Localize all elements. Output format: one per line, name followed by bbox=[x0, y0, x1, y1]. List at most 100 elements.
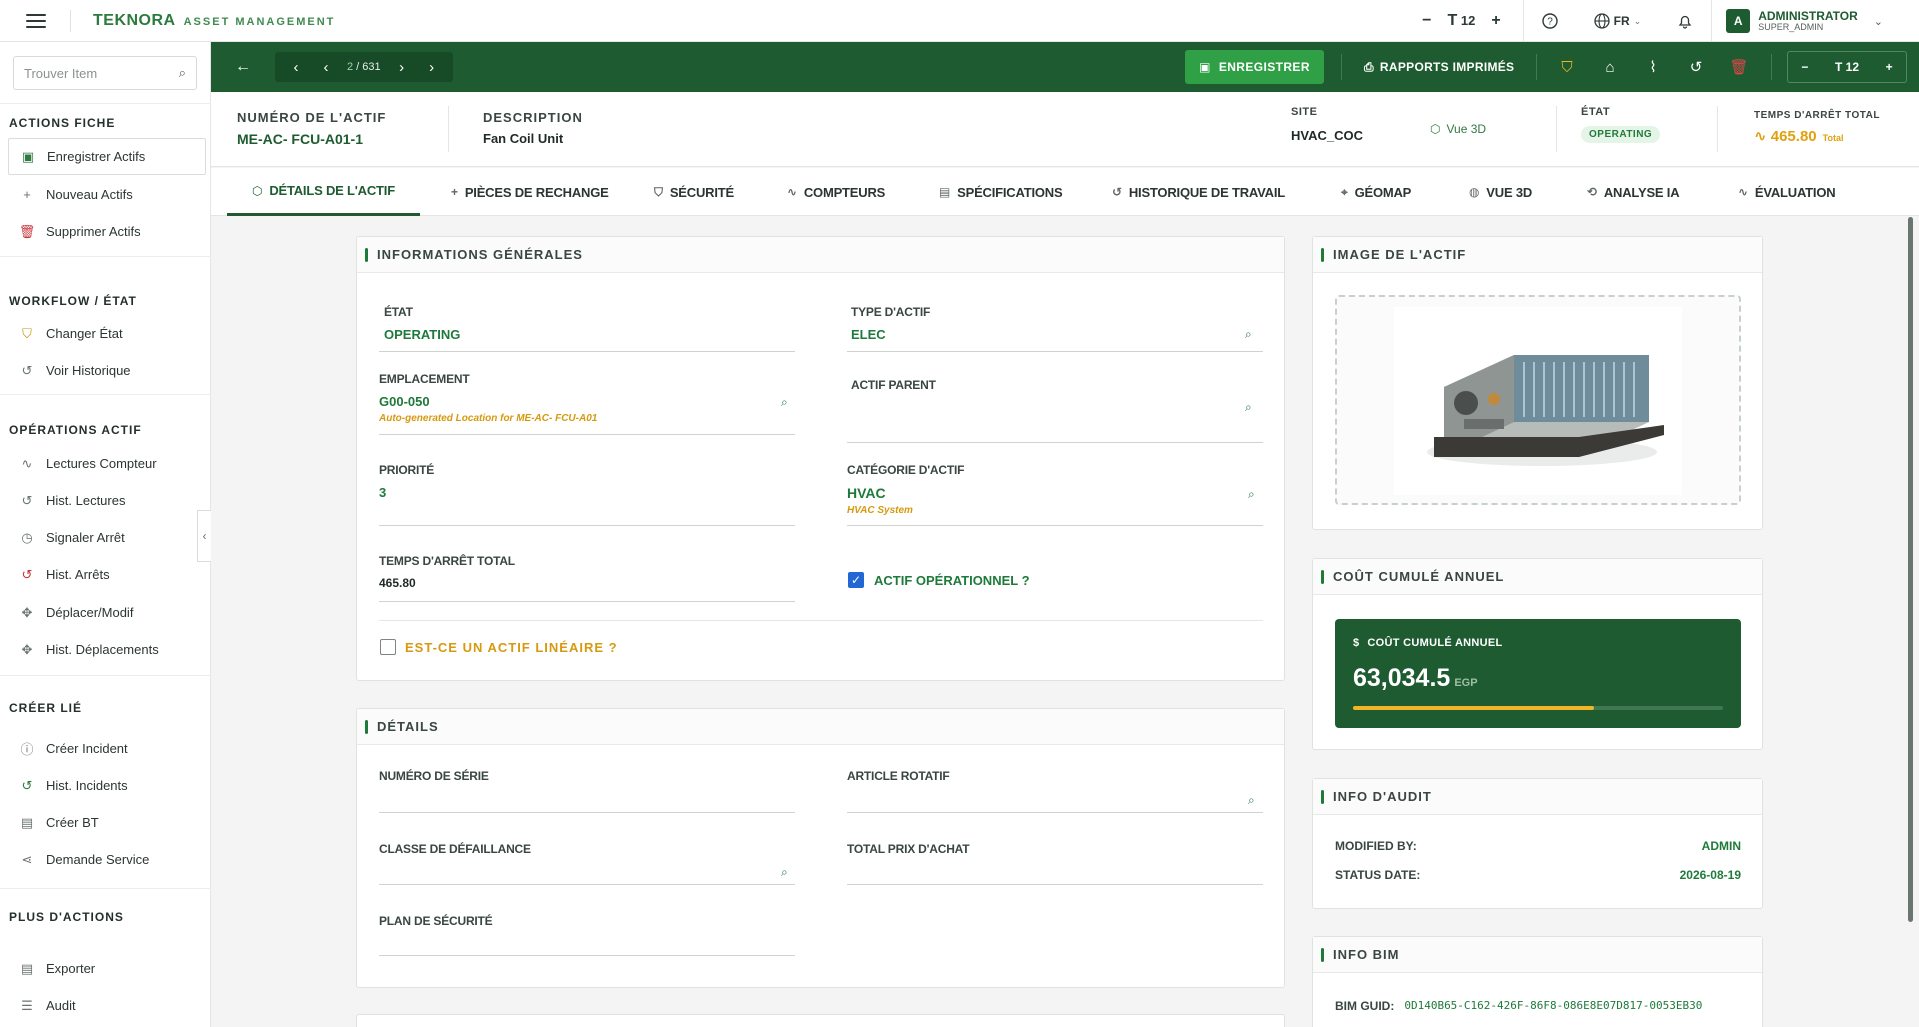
category-field[interactable]: CATÉGORIE D'ACTIF HVAC HVAC System bbox=[847, 463, 964, 516]
sidebar-item-export[interactable]: ▤ Exporter bbox=[0, 950, 206, 987]
serial-number-field[interactable]: NUMÉRO DE SÉRIE bbox=[379, 769, 489, 791]
text-size-value: T 12 bbox=[1447, 12, 1476, 29]
increase-text-button[interactable]: + bbox=[1491, 12, 1500, 30]
tab-work-history[interactable]: ↺ HISTORIQUE DE TRAVAIL bbox=[1112, 168, 1285, 216]
downtime-field[interactable]: TEMPS D'ARRÊT TOTAL 465.80 bbox=[379, 554, 515, 590]
search-input[interactable] bbox=[24, 65, 164, 81]
divider bbox=[70, 9, 71, 32]
user-role: SUPER_ADMIN bbox=[1758, 22, 1824, 32]
search-icon[interactable]: ⌕ bbox=[781, 865, 788, 880]
view-3d-link[interactable]: ⬡ Vue 3D bbox=[1430, 122, 1486, 136]
user-name: ADMINISTRATOR bbox=[1758, 9, 1858, 23]
details-card: DÉTAILS NUMÉRO DE SÉRIE ARTICLE ROTATIF … bbox=[356, 708, 1285, 988]
back-button[interactable]: ← bbox=[211, 42, 275, 92]
search-icon[interactable]: ⌕ bbox=[1248, 487, 1255, 502]
failure-class-field[interactable]: CLASSE DE DÉFAILLANCE bbox=[379, 842, 531, 864]
sidebar-item-change-state[interactable]: ⛉ Changer État bbox=[0, 315, 206, 352]
tab-meters[interactable]: ∿ COMPTEURS bbox=[787, 168, 885, 216]
trash-icon[interactable]: 🗑 bbox=[1726, 54, 1752, 80]
description-value: Fan Coil Unit bbox=[483, 131, 564, 146]
pin-icon: ⌖ bbox=[1341, 184, 1348, 199]
tab-evaluation[interactable]: ∿ ÉVALUATION bbox=[1738, 168, 1836, 216]
user-menu[interactable]: A ADMINISTRATOR SUPER_ADMIN ⌄ bbox=[1712, 9, 1919, 33]
sidebar-item-move-modify[interactable]: ✥ Déplacer/Modif bbox=[0, 594, 206, 631]
brand[interactable]: TEKNORA ASSET MANAGEMENT bbox=[93, 12, 335, 30]
menu-icon[interactable] bbox=[26, 13, 46, 28]
sidebar-item-create-wo[interactable]: ▤ Créer BT bbox=[0, 804, 206, 841]
printed-reports-button[interactable]: ⎙ RAPPORTS IMPRIMÉS bbox=[1364, 50, 1514, 84]
avatar: A bbox=[1726, 9, 1751, 33]
safety-plan-field[interactable]: PLAN DE SÉCURITÉ bbox=[379, 914, 493, 936]
sidebar-item-hist-stops[interactable]: ↺ Hist. Arrêts bbox=[0, 556, 206, 593]
image-dropzone[interactable] bbox=[1335, 295, 1741, 505]
save-button[interactable]: ▣ ENREGISTRER bbox=[1185, 50, 1324, 84]
sidebar-item-audit[interactable]: ☰ Audit bbox=[0, 987, 206, 1024]
sidebar-item-label: Hist. Déplacements bbox=[46, 642, 159, 657]
section-more: PLUS D'ACTIONS bbox=[9, 910, 124, 924]
sidebar-item-hist-moves[interactable]: ✥ Hist. Déplacements bbox=[0, 631, 206, 668]
sidebar-item-label: Déplacer/Modif bbox=[46, 605, 134, 620]
tab-geomap[interactable]: ⌖ GÉOMAP bbox=[1341, 168, 1411, 216]
sidebar-item-create-incident[interactable]: ⓘ Créer Incident bbox=[0, 730, 206, 767]
section-actions-fiche: ACTIONS FICHE bbox=[9, 116, 116, 130]
sidebar-item-new-assets[interactable]: + Nouveau Actifs bbox=[0, 176, 206, 213]
search-icon[interactable]: ⌕ bbox=[1245, 400, 1252, 415]
search-icon[interactable]: ⌕ bbox=[781, 395, 788, 410]
attachment-icon[interactable]: ⌇ bbox=[1640, 54, 1666, 80]
history-icon[interactable]: ↺ bbox=[1683, 54, 1709, 80]
language-selector[interactable]: FR ⌄ bbox=[1576, 13, 1660, 29]
operational-checkbox[interactable]: ✓ bbox=[848, 572, 864, 588]
priority-field[interactable]: PRIORITÉ 3 bbox=[379, 463, 434, 500]
downtime-value: ∿ 465.80 Total bbox=[1754, 128, 1844, 145]
sidebar-item-label: Changer État bbox=[46, 326, 123, 341]
parent-asset-field[interactable]: ACTIF PARENT bbox=[851, 378, 936, 400]
svg-text:?: ? bbox=[1547, 17, 1553, 28]
asset-type-field[interactable]: TYPE D'ACTIF ELEC bbox=[851, 305, 930, 342]
help-icon[interactable]: ? bbox=[1524, 13, 1576, 29]
sidebar-item-label: Voir Historique bbox=[46, 363, 131, 378]
asset-number-label: NUMÉRO DE L'ACTIF bbox=[237, 110, 387, 125]
tab-spare-parts[interactable]: + PIÈCES DE RECHANGE bbox=[451, 168, 609, 216]
decrease-text-button[interactable]: − bbox=[1801, 60, 1808, 74]
sidebar-item-service-request[interactable]: ⋖ Demande Service bbox=[0, 841, 206, 878]
sidebar-item-delete-assets[interactable]: 🗑 Supprimer Actifs bbox=[0, 213, 206, 250]
brain-icon: ⟲ bbox=[1587, 185, 1597, 199]
shield-icon[interactable]: ⛉ bbox=[1554, 54, 1580, 80]
first-record-button[interactable]: ‹ bbox=[281, 52, 311, 82]
sidebar-item-report-stop[interactable]: ◷ Signaler Arrêt bbox=[0, 519, 206, 556]
last-record-button[interactable]: › bbox=[417, 52, 447, 82]
next-card bbox=[356, 1014, 1285, 1027]
sidebar-item-meter-readings[interactable]: ∿ Lectures Compteur bbox=[0, 445, 206, 482]
tab-ai-analysis[interactable]: ⟲ ANALYSE IA bbox=[1587, 168, 1680, 216]
text-size-value: T 12 bbox=[1834, 60, 1859, 74]
next-record-button[interactable]: › bbox=[387, 52, 417, 82]
search-icon[interactable]: ⌕ bbox=[1245, 327, 1252, 342]
asset-image-card: IMAGE DE L'ACTIF bbox=[1312, 236, 1763, 530]
purchase-total-field[interactable]: TOTAL PRIX D'ACHAT bbox=[847, 842, 970, 864]
sidebar-item-hist-readings[interactable]: ↺ Hist. Lectures bbox=[0, 482, 206, 519]
rotating-item-field[interactable]: ARTICLE ROTATIF bbox=[847, 769, 950, 791]
tab-asset-details[interactable]: ⬡ DÉTAILS DE L'ACTIF bbox=[227, 168, 420, 216]
tab-security[interactable]: ⛉ SÉCURITÉ bbox=[654, 168, 734, 216]
alert-icon: ⓘ bbox=[20, 742, 34, 757]
tag-icon[interactable]: ⌂ bbox=[1597, 54, 1623, 80]
tab-specifications[interactable]: ▤ SPÉCIFICATIONS bbox=[939, 168, 1063, 216]
notifications-icon[interactable] bbox=[1659, 13, 1711, 29]
text-size-control: − T 12 + bbox=[1422, 12, 1523, 30]
location-field[interactable]: EMPLACEMENT G00-050 Auto-generated Locat… bbox=[379, 372, 597, 424]
search-icon[interactable]: ⌕ bbox=[1248, 793, 1255, 808]
sidebar-item-hist-incidents[interactable]: ↺ Hist. Incidents bbox=[0, 767, 206, 804]
decrease-text-button[interactable]: − bbox=[1422, 12, 1431, 30]
sidebar-item-save-assets[interactable]: ▣ Enregistrer Actifs bbox=[8, 138, 206, 175]
scrollbar[interactable] bbox=[1908, 217, 1913, 922]
search-icon[interactable]: ⌕ bbox=[179, 65, 186, 81]
card-title: INFO BIM bbox=[1313, 937, 1762, 973]
sidebar-collapse-button[interactable]: ‹ bbox=[197, 510, 211, 562]
site-value: HVAC_COC bbox=[1291, 128, 1363, 143]
increase-text-button[interactable]: + bbox=[1886, 60, 1893, 74]
state-field-label: ÉTAT bbox=[384, 305, 413, 319]
linear-asset-checkbox[interactable] bbox=[380, 639, 396, 655]
previous-record-button[interactable]: ‹ bbox=[311, 52, 341, 82]
sidebar-item-view-history[interactable]: ↺ Voir Historique bbox=[0, 352, 206, 389]
tab-3d-view[interactable]: ◍ VUE 3D bbox=[1469, 168, 1532, 216]
